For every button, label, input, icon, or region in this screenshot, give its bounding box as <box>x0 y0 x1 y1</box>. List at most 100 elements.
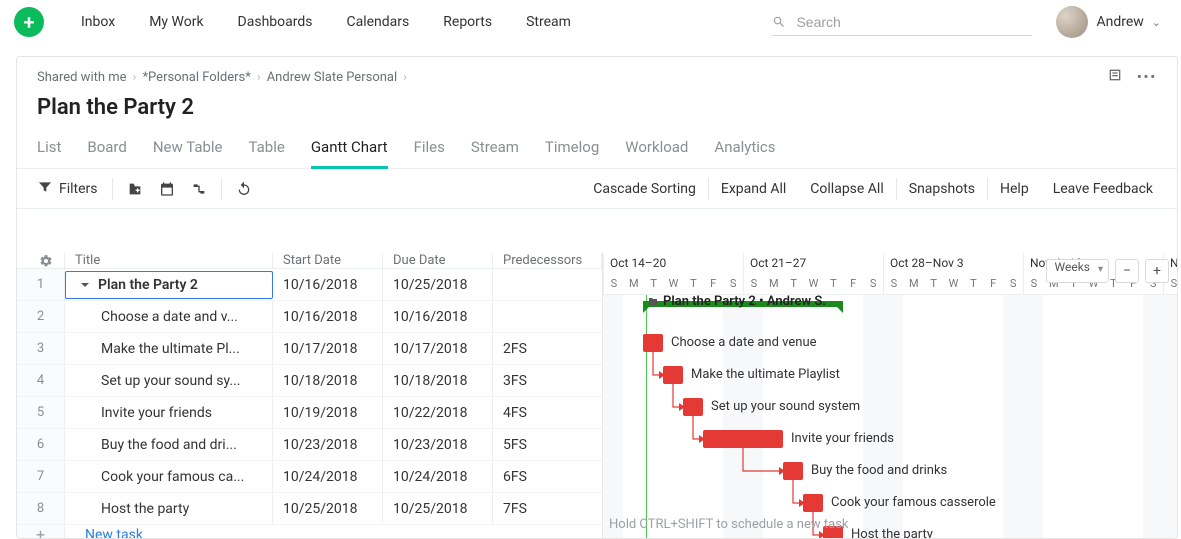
calendar-icon[interactable] <box>151 177 183 201</box>
row-due[interactable]: 10/18/2018 <box>383 365 493 396</box>
tab-workload[interactable]: Workload <box>625 134 688 168</box>
row-pred[interactable] <box>493 269 602 300</box>
row-start[interactable]: 10/16/2018 <box>273 301 383 332</box>
row-number: 6 <box>17 429 65 460</box>
zoom-select[interactable]: Weeks <box>1046 259 1109 283</box>
row-start[interactable]: 10/23/2018 <box>273 429 383 460</box>
row-pred[interactable]: 6FS <box>493 461 602 492</box>
table-row[interactable]: 1Plan the Party 210/16/201810/25/2018 <box>17 269 602 301</box>
tab-list[interactable]: List <box>37 134 61 168</box>
row-pred[interactable]: 4FS <box>493 397 602 428</box>
gantt-chart[interactable]: Oct 14–20SMTWTFSOct 21–27SMTWTFSOct 28–N… <box>603 253 1177 538</box>
grid-settings-icon[interactable] <box>17 253 65 268</box>
nav-mywork[interactable]: My Work <box>132 14 220 30</box>
tab-gantt[interactable]: Gantt Chart <box>311 134 388 169</box>
row-pred[interactable]: 2FS <box>493 333 602 364</box>
nav-reports[interactable]: Reports <box>426 14 509 30</box>
row-due[interactable]: 10/17/2018 <box>383 333 493 364</box>
row-number: 7 <box>17 461 65 492</box>
row-due[interactable]: 10/24/2018 <box>383 461 493 492</box>
task-bar[interactable] <box>783 462 803 480</box>
task-bar[interactable] <box>703 430 783 448</box>
row-start[interactable]: 10/18/2018 <box>273 365 383 396</box>
collapse-all-button[interactable]: Collapse All <box>798 177 895 201</box>
task-bar[interactable] <box>643 334 663 352</box>
snapshots-button[interactable]: Snapshots <box>897 177 987 201</box>
row-start[interactable]: 10/19/2018 <box>273 397 383 428</box>
user-menu[interactable]: Andrew ⌄ <box>1056 6 1167 38</box>
row-due[interactable]: 10/22/2018 <box>383 397 493 428</box>
row-start[interactable]: 10/16/2018 <box>273 269 383 300</box>
row-title-cell[interactable]: Make the ultimate Pl... <box>65 333 273 364</box>
table-row[interactable]: 2Choose a date and v...10/16/201810/16/2… <box>17 301 602 333</box>
row-start[interactable]: 10/25/2018 <box>273 493 383 524</box>
zoom-in-button[interactable]: + <box>1145 259 1169 283</box>
task-bar[interactable] <box>683 398 703 416</box>
cascade-sorting-button[interactable]: Cascade Sorting <box>581 177 708 201</box>
row-pred[interactable]: 5FS <box>493 429 602 460</box>
dependencies-icon[interactable] <box>183 177 215 201</box>
task-bar-label: Invite your friends <box>791 431 894 446</box>
tab-timelog[interactable]: Timelog <box>545 134 599 168</box>
task-bar[interactable] <box>803 494 823 512</box>
feedback-button[interactable]: Leave Feedback <box>1041 177 1165 201</box>
expand-all-button[interactable]: Expand All <box>709 177 798 201</box>
col-title[interactable]: Title <box>65 253 273 268</box>
gantt-canvas[interactable]: Plan the Party 2 • Andrew S.Choose a dat… <box>603 295 1177 538</box>
row-pred[interactable]: 3FS <box>493 365 602 396</box>
tab-new-table[interactable]: New Table <box>153 134 223 168</box>
row-title-cell[interactable]: Cook your famous ca... <box>65 461 273 492</box>
info-panel-icon[interactable] <box>1107 67 1123 87</box>
tab-table[interactable]: Table <box>249 134 285 168</box>
row-pred[interactable] <box>493 301 602 332</box>
row-due[interactable]: 10/25/2018 <box>383 269 493 300</box>
filters-button[interactable]: Filters <box>29 175 106 203</box>
table-row[interactable]: 7Cook your famous ca...10/24/201810/24/2… <box>17 461 602 493</box>
table-row[interactable]: 3Make the ultimate Pl...10/17/201810/17/… <box>17 333 602 365</box>
weekend-shade <box>1023 295 1043 538</box>
row-due[interactable]: 10/16/2018 <box>383 301 493 332</box>
row-title-cell[interactable]: Set up your sound sy... <box>65 365 273 396</box>
row-title-cell[interactable]: Plan the Party 2 <box>65 271 273 299</box>
crumb-personal-folders[interactable]: *Personal Folders* <box>142 70 250 85</box>
row-title-cell[interactable]: Buy the food and dri... <box>65 429 273 460</box>
folder-add-icon[interactable] <box>119 177 151 201</box>
search-box[interactable] <box>772 9 1032 36</box>
row-title-cell[interactable]: Choose a date and v... <box>65 301 273 332</box>
nav-inbox[interactable]: Inbox <box>64 14 132 30</box>
nav-stream[interactable]: Stream <box>509 14 588 30</box>
undo-icon[interactable] <box>228 177 260 201</box>
row-title-cell[interactable]: Invite your friends <box>65 397 273 428</box>
new-task-label[interactable]: New task <box>65 527 143 539</box>
table-row[interactable]: 6Buy the food and dri...10/23/201810/23/… <box>17 429 602 461</box>
table-row[interactable]: 4Set up your sound sy...10/18/201810/18/… <box>17 365 602 397</box>
table-row[interactable]: 5Invite your friends10/19/201810/22/2018… <box>17 397 602 429</box>
crumb-shared[interactable]: Shared with me <box>37 70 127 85</box>
row-pred[interactable]: 7FS <box>493 493 602 524</box>
search-input[interactable] <box>794 13 1032 31</box>
crumb-andrew-personal[interactable]: Andrew Slate Personal <box>267 70 397 85</box>
table-row[interactable]: 8Host the party10/25/201810/25/20187FS <box>17 493 602 525</box>
add-icon: + <box>17 525 65 538</box>
tab-analytics[interactable]: Analytics <box>714 134 775 168</box>
tab-board[interactable]: Board <box>87 134 126 168</box>
row-due[interactable]: 10/23/2018 <box>383 429 493 460</box>
row-number: 1 <box>17 269 65 300</box>
col-start[interactable]: Start Date <box>273 253 383 268</box>
tab-files[interactable]: Files <box>414 134 445 168</box>
row-title-cell[interactable]: Host the party <box>65 493 273 524</box>
row-start[interactable]: 10/24/2018 <box>273 461 383 492</box>
nav-calendars[interactable]: Calendars <box>329 14 426 30</box>
zoom-out-button[interactable]: − <box>1115 259 1139 283</box>
task-bar[interactable] <box>663 366 683 384</box>
row-start[interactable]: 10/17/2018 <box>273 333 383 364</box>
add-button[interactable]: + <box>14 7 44 37</box>
row-due[interactable]: 10/25/2018 <box>383 493 493 524</box>
col-pred[interactable]: Predecessors <box>493 253 602 268</box>
new-task-row[interactable]: + New task <box>17 525 602 538</box>
col-due[interactable]: Due Date <box>383 253 493 268</box>
more-icon[interactable]: ••• <box>1137 70 1157 85</box>
tab-stream[interactable]: Stream <box>471 134 519 168</box>
nav-dashboards[interactable]: Dashboards <box>221 14 330 30</box>
help-button[interactable]: Help <box>988 177 1041 201</box>
